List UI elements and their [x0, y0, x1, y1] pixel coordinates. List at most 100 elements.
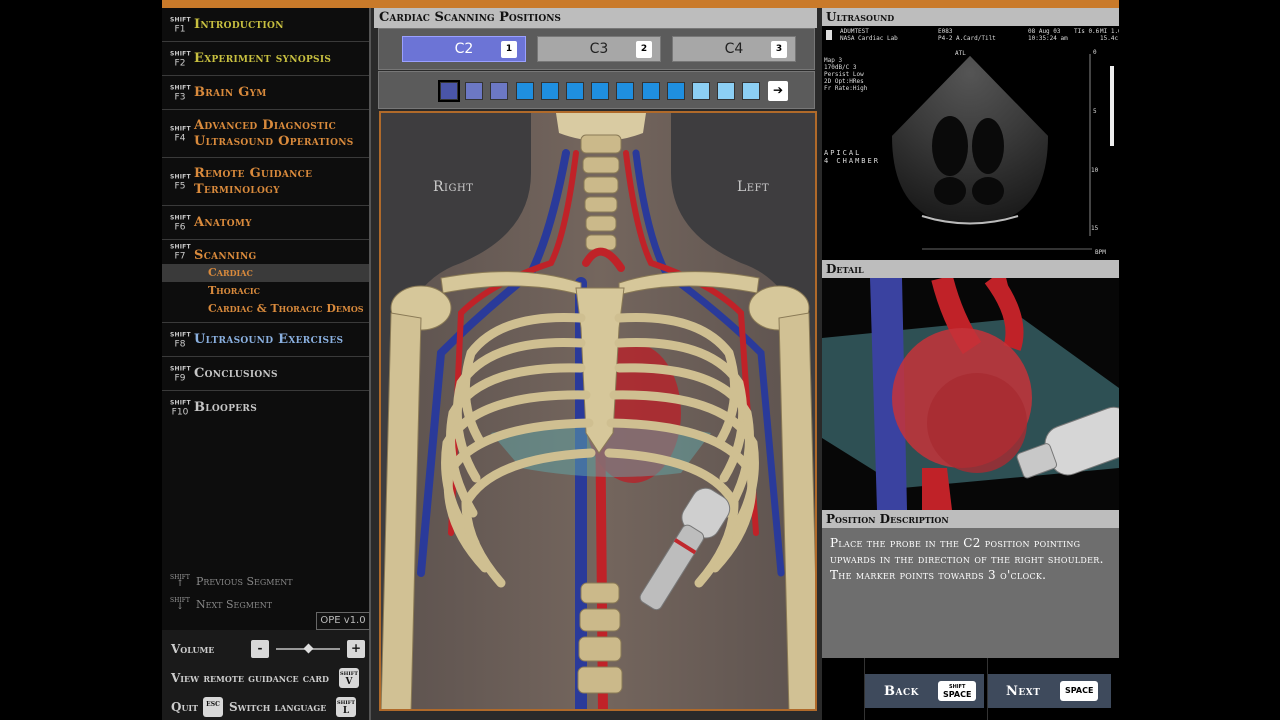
nav-item-conclusions[interactable]: SHIFT F9 Conclusions [162, 357, 369, 391]
position-c3-button[interactable]: C3 2 [537, 36, 661, 62]
depth-tick: 10 [1091, 167, 1099, 174]
volume-row: Volume - + [171, 640, 366, 658]
step-square[interactable] [692, 82, 710, 100]
nav-item-advanced-diagnostic[interactable]: SHIFT F4 Advanced Diagnostic Ultrasound O… [162, 110, 369, 158]
detail-title: Detail [822, 260, 1119, 278]
position-key: 2 [636, 41, 652, 58]
nav-label: Experiment synopsis [194, 50, 332, 66]
remote-card-label: View remote guidance card [171, 671, 329, 685]
nav-label: Scanning [194, 248, 257, 263]
nav-label: Remote Guidance Terminology [194, 165, 313, 197]
quit-row: Quit ESC Switch language SHIFT L [171, 697, 356, 717]
shift-l-key[interactable]: SHIFT L [336, 697, 356, 717]
nav-item-introduction[interactable]: SHIFT F1 Introduction [162, 8, 369, 42]
shift-f8-key: SHIFT F8 [170, 331, 191, 349]
volume-plus-button[interactable]: + [347, 640, 365, 658]
nav-item-brain-gym[interactable]: SHIFT F3 Brain Gym [162, 76, 369, 110]
position-label: C2 [454, 41, 474, 57]
nav-label: Ultrasound Exercises [194, 331, 344, 347]
shift-f10-key: SHIFT F10 [170, 399, 191, 418]
previous-segment-label: Previous Segment [196, 574, 293, 588]
position-key: 1 [501, 41, 517, 58]
step-square[interactable] [616, 82, 635, 100]
position-c2-button[interactable]: C2 1 [402, 36, 526, 62]
nav-buttons: Back SHIFT SPACE Next SPACE [822, 658, 1119, 720]
sub-item-demos[interactable]: Cardiac & Thoracic Demos [162, 300, 369, 318]
right-side-label: Right [433, 179, 474, 195]
shift-f7-key: SHIFT F7 [170, 243, 191, 262]
bpm-label: BPM [1095, 249, 1106, 256]
bottom-controls: Volume - + View remote guidance card SHI… [162, 630, 371, 720]
step-square[interactable] [438, 80, 460, 102]
step-square[interactable] [591, 82, 610, 100]
quit-label[interactable]: Quit [171, 700, 203, 714]
arrow-up-icon: ↑ [176, 579, 184, 589]
shift-v-key[interactable]: SHIFT V [339, 668, 359, 688]
volume-minus-button[interactable]: - [251, 640, 269, 658]
next-label: Next [1006, 683, 1041, 699]
nav-list: SHIFT F1 Introduction SHIFT F2 Experiment … [162, 8, 369, 425]
step-square[interactable] [490, 82, 509, 100]
nav-label: Anatomy [194, 214, 252, 230]
depth-tick: 0 [1093, 49, 1097, 56]
sub-item-thoracic[interactable]: Thoracic [162, 282, 369, 300]
divider [864, 658, 865, 720]
divider [987, 658, 988, 720]
anatomy-view: Right Left [379, 111, 817, 711]
nav-label: Brain Gym [194, 84, 267, 100]
nav-item-remote-guidance[interactable]: SHIFT F5 Remote Guidance Terminology [162, 158, 369, 206]
next-segment[interactable]: SHIFT ↓ Next Segment [170, 597, 272, 612]
ultrasound-title: Ultrasound [822, 8, 1119, 26]
previous-segment[interactable]: SHIFT ↑ Previous Segment [170, 574, 293, 589]
sidebar: SHIFT F1 Introduction SHIFT F2 Experiment … [162, 8, 371, 630]
position-c4-button[interactable]: C4 3 [672, 36, 796, 62]
next-step-arrow-icon[interactable]: ➔ [768, 81, 788, 101]
nav-item-bloopers[interactable]: SHIFT F10 Bloopers [162, 391, 369, 425]
shift-f9-key: SHIFT F9 [170, 365, 191, 383]
remote-card-row[interactable]: View remote guidance card SHIFT V [171, 668, 359, 688]
step-square[interactable] [515, 82, 534, 100]
nav-item-scanning[interactable]: SHIFT F7 Scanning [162, 240, 369, 264]
esc-key[interactable]: ESC [203, 697, 223, 717]
shift-space-key: SHIFT SPACE [938, 681, 977, 701]
volume-thumb[interactable] [303, 643, 313, 654]
sub-item-cardiac[interactable]: Cardiac [162, 264, 369, 282]
nav-label: Bloopers [194, 400, 258, 415]
description-title: Position Description [822, 510, 1119, 528]
step-square[interactable] [465, 82, 484, 100]
step-square[interactable] [540, 82, 559, 100]
ultrasound-view: ADUMTEST NASA Cardiac Lab E083 P4-2 A.Ca… [822, 26, 1119, 260]
position-label: C3 [589, 41, 609, 57]
step-square[interactable] [641, 82, 660, 100]
position-key: 3 [771, 41, 787, 58]
shift-down-key: SHIFT ↓ [170, 597, 190, 612]
step-square[interactable] [742, 82, 761, 100]
nav-item-anatomy[interactable]: SHIFT F6 Anatomy [162, 206, 369, 240]
step-bar: ➔ [378, 71, 815, 109]
volume-slider[interactable] [276, 640, 340, 658]
next-button[interactable]: Next SPACE [988, 674, 1111, 708]
back-label: Back [884, 683, 919, 699]
shift-f2-key: SHIFT F2 [170, 50, 191, 68]
description-text: Place the probe in the C2 position point… [830, 536, 1104, 582]
shift-f5-key: SHIFT F5 [170, 173, 191, 191]
step-square[interactable] [666, 82, 685, 100]
heart-detail-illustration [822, 278, 1119, 510]
nav-item-ultrasound-exercises[interactable]: SHIFT F8 Ultrasound Exercises [162, 323, 369, 357]
position-label: C4 [724, 41, 744, 57]
app-window: SHIFT F1 Introduction SHIFT F2 Experiment … [162, 0, 1119, 720]
back-button[interactable]: Back SHIFT SPACE [864, 674, 984, 708]
depth-tick: 5 [1093, 108, 1097, 115]
detail-view [822, 278, 1119, 510]
shift-f1-key: SHIFT F1 [170, 16, 191, 34]
step-square[interactable] [566, 82, 584, 100]
nav-label: Conclusions [194, 365, 278, 381]
left-side-label: Left [737, 179, 770, 195]
nav-item-experiment-synopsis[interactable]: SHIFT F2 Experiment synopsis [162, 42, 369, 76]
position-bar: C2 1 C3 2 C4 3 [378, 28, 815, 70]
step-square[interactable] [717, 82, 736, 100]
volume-label: Volume [171, 642, 215, 656]
switch-language-label[interactable]: Switch language [229, 700, 336, 714]
top-accent-bar [162, 0, 1119, 8]
depth-tick: 15 [1091, 225, 1099, 232]
